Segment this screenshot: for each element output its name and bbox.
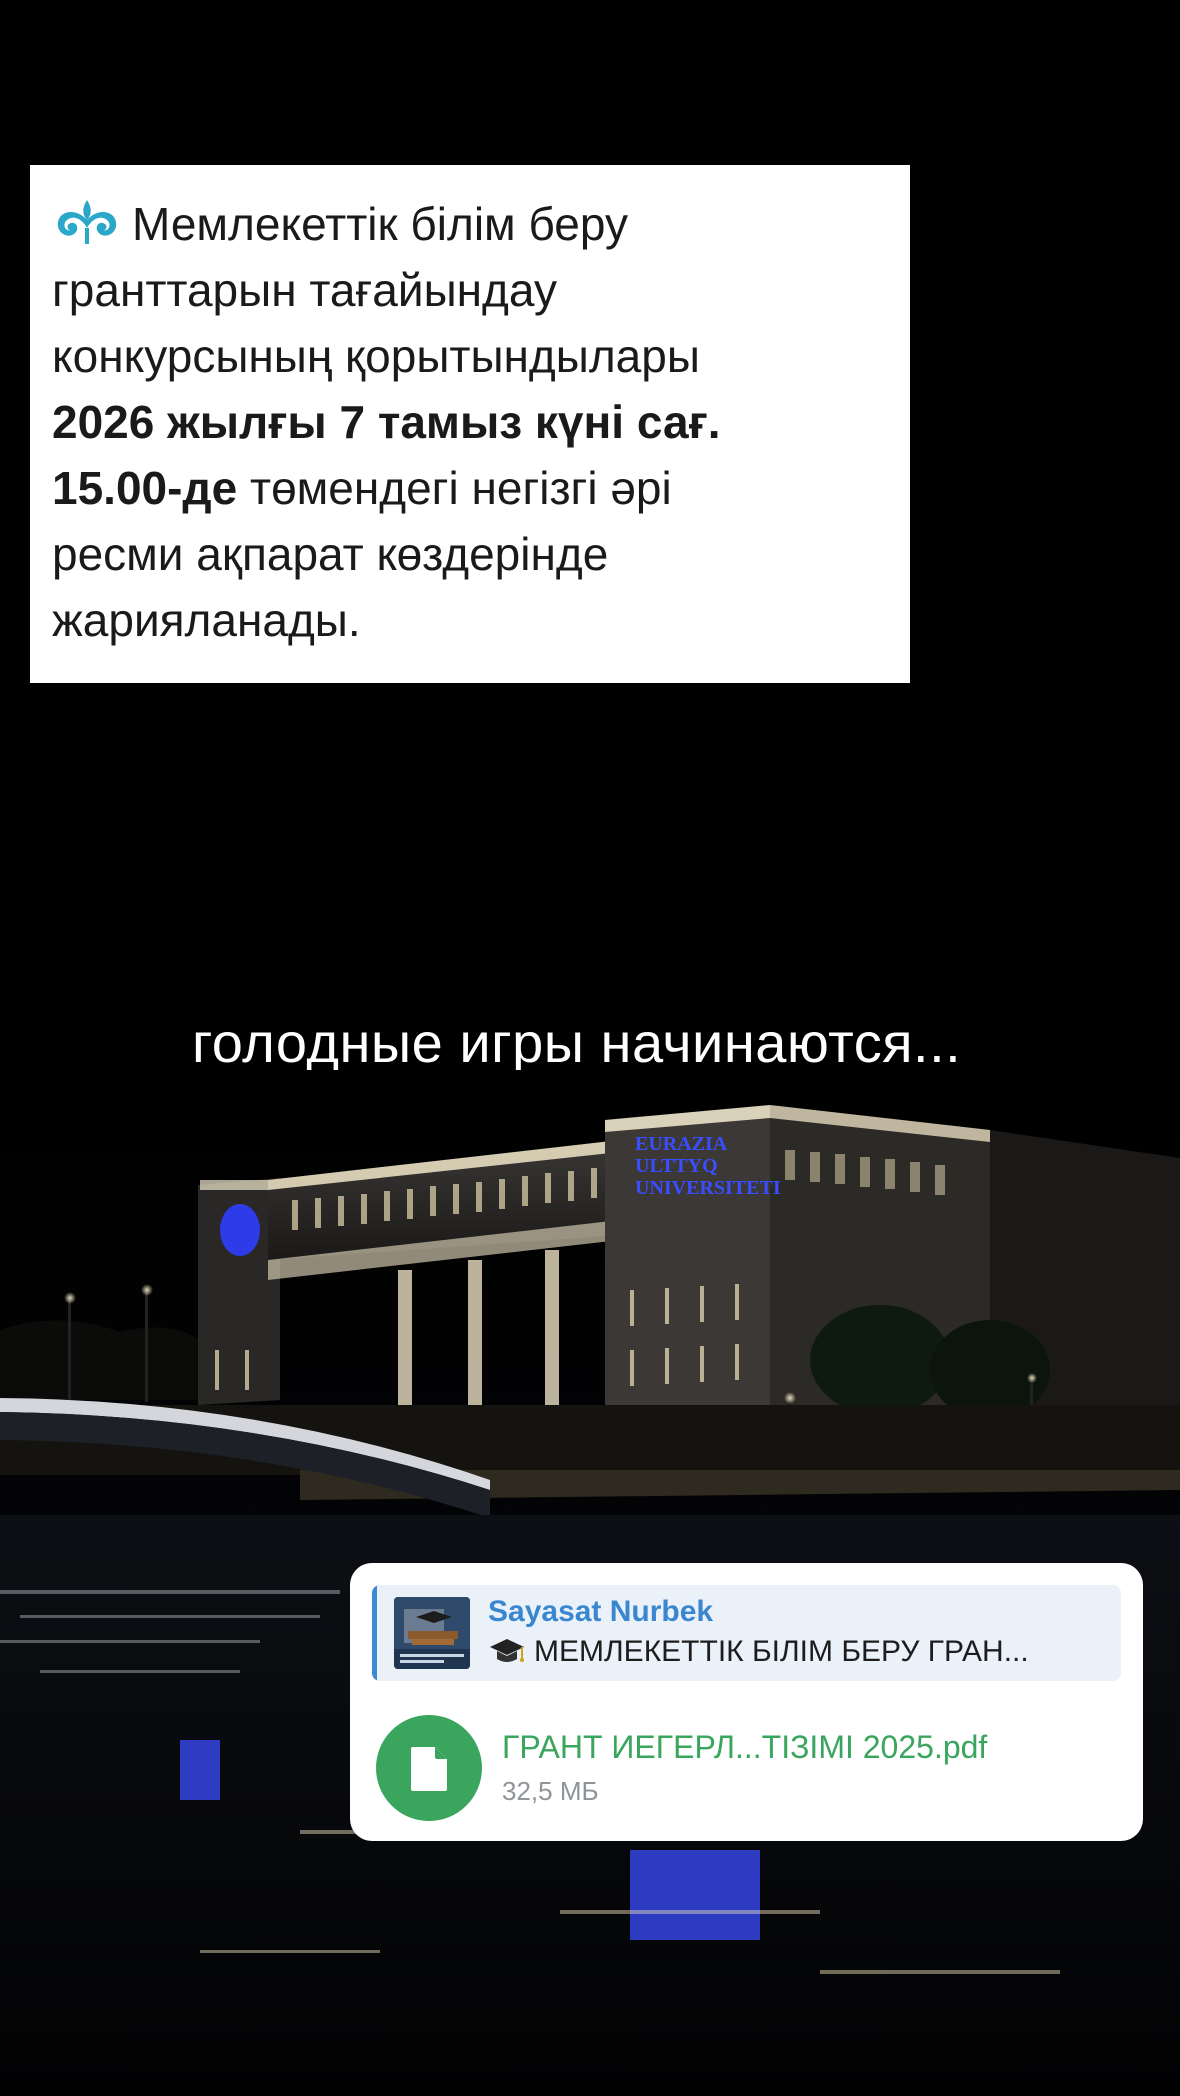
reply-author: Sayasat Nurbek — [488, 1595, 714, 1628]
sign-line-3: UNIVERSITETI — [635, 1177, 781, 1199]
telegram-file-card[interactable]: Sayasat Nurbek МЕМЛЕКЕТТІК БІЛІМ БЕРУ ГР… — [350, 1563, 1143, 1841]
file-size: 32,5 МБ — [502, 1776, 599, 1806]
announcement-line6: ресми ақпарат көздерінде — [52, 528, 609, 580]
sign-line-2: ULTTYQ — [635, 1155, 718, 1177]
announcement-card: Мемлекеттік білім беру гранттарын тағайы… — [30, 165, 910, 683]
file-download-button[interactable] — [376, 1715, 482, 1821]
reply-preview: МЕМЛЕКЕТТІК БІЛІМ БЕРУ ГРАН... — [488, 1635, 1029, 1669]
announcement-line7: жарияланады. — [52, 594, 361, 646]
reply-thumbnail — [394, 1597, 470, 1669]
announcement-line2: гранттарын тағайындау — [52, 264, 557, 316]
document-icon — [411, 1747, 447, 1791]
announcement-line5: төмендегі негізгі әрі — [237, 462, 672, 514]
story-caption: голодные игры начинаются... — [192, 1011, 962, 1074]
forwarded-reply[interactable]: Sayasat Nurbek МЕМЛЕКЕТТІК БІЛІМ БЕРУ ГР… — [372, 1585, 1121, 1681]
ornament-icon — [57, 200, 117, 244]
announcement-text: Мемлекеттік білім беру гранттарын тағайы… — [52, 191, 888, 653]
reply-preview-text: МЕМЛЕКЕТТІК БІЛІМ БЕРУ ГРАН... — [534, 1635, 1029, 1668]
announcement-line3: конкурсының қорытындылары — [52, 330, 700, 382]
story-screen: Мемлекеттік білім беру гранттарын тағайы… — [0, 0, 1180, 2096]
reply-accent-bar — [372, 1585, 377, 1681]
sign-line-1: EURAZIA — [635, 1133, 728, 1155]
announcement-date: 2026 жылғы 7 тамыз күні сағ. — [52, 396, 721, 448]
announcement-line1: Мемлекеттік білім беру — [132, 198, 628, 250]
file-name[interactable]: ГРАНТ ИЕГЕРЛ...ТІЗІМІ 2025.pdf — [502, 1729, 987, 1766]
announcement-time: 15.00-де — [52, 462, 238, 514]
graduation-cap-icon — [490, 1639, 524, 1662]
